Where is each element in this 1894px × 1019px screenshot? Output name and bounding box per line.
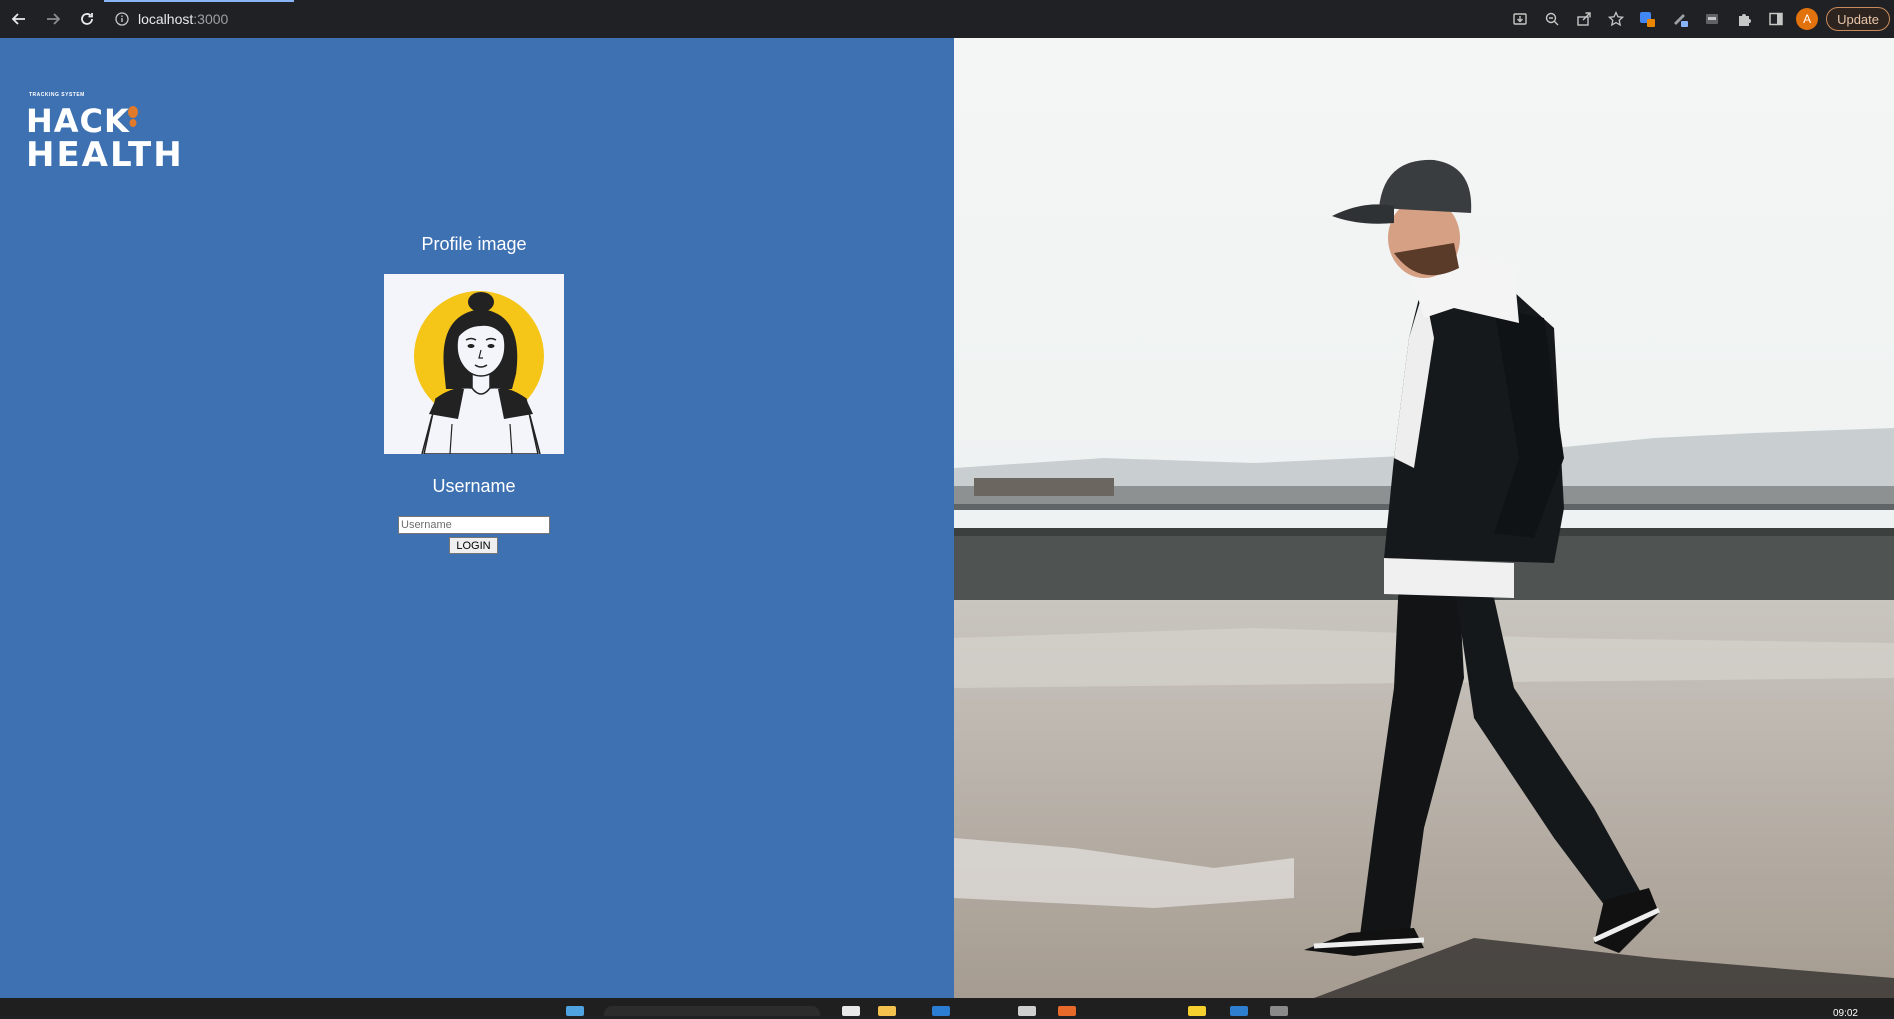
zoom-icon[interactable] xyxy=(1540,7,1564,31)
url-port: :3000 xyxy=(193,11,229,27)
back-button[interactable] xyxy=(4,4,34,34)
woman-avatar-illustration xyxy=(384,274,564,454)
arrow-left-icon xyxy=(11,13,25,25)
toolbar-actions: A Update xyxy=(1508,0,1894,38)
profile-image xyxy=(384,274,564,454)
system-clock: 09:02 xyxy=(1832,1008,1858,1019)
side-panel-icon[interactable] xyxy=(1764,7,1788,31)
extension-pen-icon[interactable] xyxy=(1668,7,1692,31)
url-host: localhost xyxy=(138,11,194,27)
arrow-right-icon xyxy=(47,13,61,25)
tab-loading-indicator xyxy=(104,0,294,2)
os-taskbar: 09:02 xyxy=(0,998,1894,1019)
login-button[interactable]: LOGIN xyxy=(449,537,498,554)
logo-tagline: TRACKING SYSTEM xyxy=(29,92,85,98)
browser-toolbar: localhost:3000 A Update xyxy=(0,0,1894,38)
page-content: TRACKING SYSTEM HACK HEALTH Profile imag… xyxy=(0,38,1894,998)
taskbar-app-icon[interactable] xyxy=(1018,1006,1036,1016)
login-panel: TRACKING SYSTEM HACK HEALTH Profile imag… xyxy=(0,38,954,998)
puzzle-extensions-icon[interactable] xyxy=(1732,7,1756,31)
reload-button[interactable] xyxy=(72,4,102,34)
task-view-icon[interactable] xyxy=(842,1006,860,1016)
start-icon[interactable] xyxy=(566,1006,584,1016)
reload-icon xyxy=(81,13,93,25)
footprint-icon xyxy=(128,106,138,127)
username-label: Username xyxy=(432,476,516,496)
info-icon[interactable] xyxy=(114,11,130,27)
logo-line-health: HEALTH xyxy=(26,135,184,175)
update-button[interactable]: Update xyxy=(1826,7,1890,31)
taskbar-app-blue-icon[interactable] xyxy=(1230,1006,1248,1016)
file-explorer-icon[interactable] xyxy=(878,1006,896,1016)
chrome-taskbar-icon[interactable] xyxy=(1270,1006,1288,1016)
username-input[interactable] xyxy=(398,516,550,534)
address-bar[interactable]: localhost:3000 xyxy=(104,5,1494,33)
extension-translate-icon[interactable] xyxy=(1636,7,1660,31)
bookmark-star-icon[interactable] xyxy=(1604,7,1628,31)
share-icon[interactable] xyxy=(1572,7,1596,31)
edge-icon[interactable] xyxy=(932,1006,950,1016)
extension-archive-icon[interactable] xyxy=(1700,7,1724,31)
hero-photo-walking-man xyxy=(954,38,1894,998)
hack-health-logo: TRACKING SYSTEM HACK HEALTH xyxy=(26,92,182,175)
profile-image-title: Profile image xyxy=(421,234,527,254)
taskbar-app-yellow-icon[interactable] xyxy=(1188,1006,1206,1016)
taskbar-search-box[interactable] xyxy=(604,1006,820,1016)
install-app-icon[interactable] xyxy=(1508,7,1532,31)
forward-button[interactable] xyxy=(38,4,68,34)
walking-man-photo xyxy=(954,38,1894,998)
profile-avatar[interactable]: A xyxy=(1796,8,1819,30)
taskbar-app-orange-icon[interactable] xyxy=(1058,1006,1076,1016)
